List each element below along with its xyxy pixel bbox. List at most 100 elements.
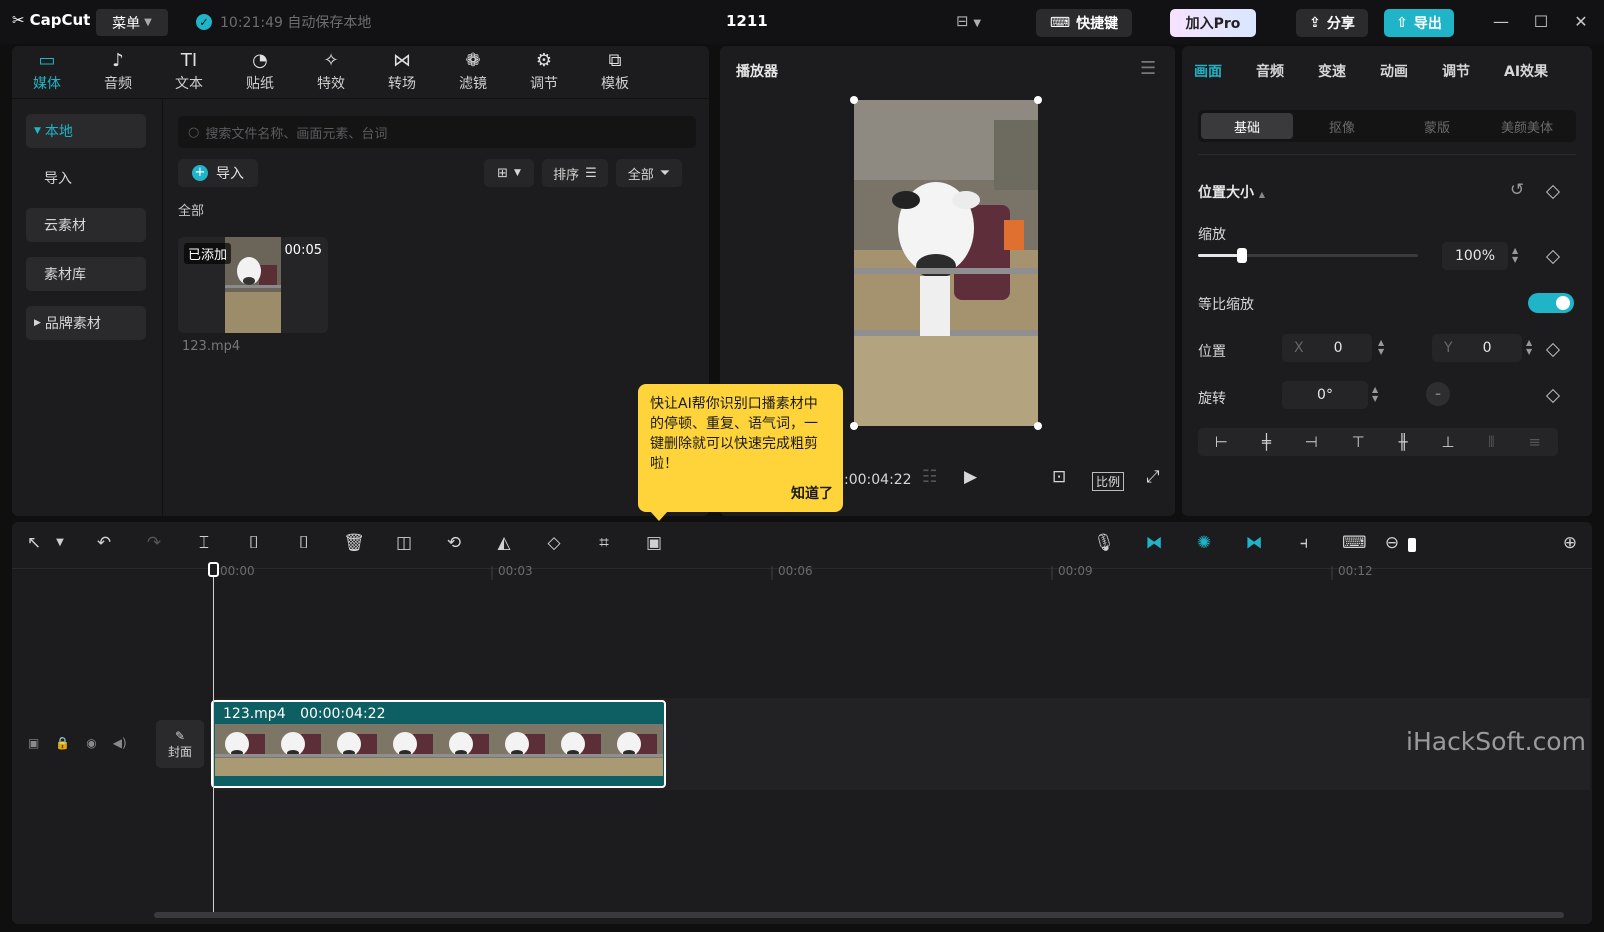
auto-snap-icon[interactable]: ✺ (1192, 533, 1216, 553)
maximize-icon[interactable]: ☐ (1530, 12, 1552, 31)
subtab-mask[interactable]: 蒙版 (1391, 113, 1483, 139)
delete-icon[interactable]: 🗑 (342, 533, 366, 553)
sidebar-item-import[interactable]: 导入 (26, 161, 146, 195)
zoom-fit-icon[interactable]: ⊡ (1052, 467, 1066, 487)
tab-picture[interactable]: 画面 (1194, 61, 1222, 81)
keyframe-icon[interactable] (1545, 184, 1561, 200)
align-bottom-icon[interactable]: ⊥ (1441, 433, 1454, 451)
playhead-handle[interactable] (208, 562, 219, 577)
subtab-beauty[interactable]: 美颜美体 (1481, 113, 1573, 139)
got-it-button[interactable]: 知道了 (791, 484, 833, 504)
import-button[interactable]: + 导入 (178, 159, 258, 187)
rotate-input[interactable]: 0° (1282, 381, 1368, 409)
redo-icon[interactable]: ↷ (142, 533, 166, 553)
timeline-grid-icon[interactable]: ☷ (922, 467, 937, 487)
tab-text[interactable]: TI 文本 (156, 46, 222, 98)
tab-animation[interactable]: 动画 (1380, 61, 1408, 81)
subtab-basic[interactable]: 基础 (1201, 113, 1293, 139)
keyframe-icon[interactable] (1545, 388, 1561, 404)
tab-transition[interactable]: ⋈ 转场 (369, 46, 435, 98)
freeze-icon[interactable]: ◫ (392, 533, 416, 553)
fullscreen-icon[interactable]: ⤢ (1146, 467, 1160, 487)
align-center-v-icon[interactable]: ╫ (1398, 433, 1407, 451)
preview-axis-icon[interactable]: ⫞ (1292, 533, 1316, 553)
keyframe-icon[interactable] (1545, 249, 1561, 265)
align-top-icon[interactable]: ⊤ (1352, 433, 1365, 451)
tab-audio-props[interactable]: 音频 (1256, 61, 1284, 81)
position-y-stepper[interactable]: ▲ ▼ (1526, 338, 1532, 356)
sort-button[interactable]: 排序 ☰ (542, 159, 608, 187)
ratio-button[interactable]: 比例 (1092, 472, 1125, 491)
chevron-down-icon[interactable]: ▼ (48, 537, 72, 548)
filter-button[interactable]: 全部 ⏷ (616, 159, 682, 187)
screen-icon[interactable]: ⌨ (1342, 533, 1367, 553)
rotate-icon[interactable]: ◇ (542, 533, 566, 553)
keyframe-icon[interactable] (1545, 342, 1561, 358)
align-left-icon[interactable]: ⊢ (1215, 433, 1228, 451)
tab-effects[interactable]: ✧ 特效 (298, 46, 364, 98)
hamburger-icon[interactable]: ☰ (1140, 58, 1156, 79)
sidebar-item-library[interactable]: 素材库 (26, 257, 146, 291)
lock-icon[interactable]: 🔒 (55, 736, 70, 750)
main-track-magnet-icon[interactable]: ⧓ (1142, 533, 1166, 553)
join-pro-button[interactable]: 加入Pro (1170, 9, 1256, 37)
resize-handle[interactable] (1034, 422, 1042, 430)
distribute-h-icon[interactable]: ⫴ (1488, 433, 1494, 451)
share-button[interactable]: ⇪ 分享 (1296, 9, 1368, 37)
resize-handle[interactable] (1034, 96, 1042, 104)
uniform-scale-toggle[interactable] (1528, 293, 1574, 313)
tab-adjust-props[interactable]: 调节 (1442, 61, 1470, 81)
eye-icon[interactable]: ◉ (86, 736, 96, 750)
video-preview[interactable] (854, 100, 1038, 426)
position-x-stepper[interactable]: ▲ ▼ (1378, 338, 1384, 356)
sidebar-item-cloud[interactable]: 云素材 (26, 208, 146, 242)
zoom-out-icon[interactable]: ⊖ (1380, 533, 1404, 553)
rotate-stepper[interactable]: ▲ ▼ (1372, 385, 1378, 403)
tab-template[interactable]: ⧉ 模板 (582, 46, 648, 98)
horizontal-scrollbar[interactable] (154, 912, 1564, 918)
layout-button[interactable]: ⊟ ▼ (956, 12, 981, 30)
position-y-input[interactable]: Y 0 (1432, 334, 1522, 362)
close-icon[interactable]: ✕ (1570, 12, 1592, 31)
subtab-cutout[interactable]: 抠像 (1296, 113, 1388, 139)
undo-icon[interactable]: ↶ (92, 533, 116, 553)
tab-speed[interactable]: 变速 (1318, 61, 1346, 81)
minimize-icon[interactable]: — (1490, 12, 1512, 31)
tab-media[interactable]: ▭ 媒体 (14, 46, 80, 98)
resize-handle[interactable] (850, 422, 858, 430)
media-clip-card[interactable]: 已添加 00:05 (178, 237, 328, 333)
zoom-in-icon[interactable]: ⊕ (1558, 533, 1582, 553)
resize-handle[interactable] (850, 96, 858, 104)
tab-ai-effects[interactable]: AI效果 (1504, 61, 1548, 81)
shortcut-button[interactable]: ⌨ 快捷键 (1036, 9, 1132, 37)
tab-sticker[interactable]: ◔ 贴纸 (227, 46, 293, 98)
distribute-v-icon[interactable]: ≡ (1528, 433, 1541, 451)
crop-icon[interactable]: ⌗ (592, 533, 616, 553)
scale-stepper[interactable]: ▲ ▼ (1512, 246, 1518, 264)
play-icon[interactable]: ▶ (964, 467, 977, 487)
microphone-icon[interactable]: 🎙 (1092, 533, 1116, 553)
tab-filter[interactable]: ❁ 滤镜 (440, 46, 506, 98)
smart-cut-icon[interactable]: ▣ (642, 533, 666, 553)
timeline-clip[interactable]: 123.mp4 00:00:04:22 (211, 700, 666, 788)
export-button[interactable]: ⇧ 导出 (1384, 9, 1454, 37)
menu-button[interactable]: 菜单 ▼ (96, 9, 168, 36)
tab-adjust[interactable]: ⚙ 调节 (511, 46, 577, 98)
scale-slider-handle[interactable] (1237, 248, 1247, 263)
position-x-input[interactable]: X 0 (1282, 334, 1372, 362)
sidebar-item-brand[interactable]: ▶ 品牌素材 (26, 306, 146, 340)
view-mode-button[interactable]: ⊞ ▼ (484, 159, 534, 187)
split-icon[interactable]: ⌶ (192, 533, 216, 553)
reverse-icon[interactable]: ⟲ (442, 533, 466, 553)
tab-audio[interactable]: ♪ 音频 (85, 46, 151, 98)
scale-value-input[interactable]: 100% (1442, 242, 1508, 270)
zoom-slider-handle[interactable] (1408, 538, 1416, 552)
trim-left-icon[interactable]: ⌷ (242, 533, 266, 553)
track-thumbnail-icon[interactable]: ▣ (28, 736, 39, 750)
search-input[interactable]: ○ 搜索文件名称、画面元素、台词 (178, 116, 696, 148)
speaker-icon[interactable]: ◀) (113, 736, 127, 750)
reset-icon[interactable]: ↺ (1510, 180, 1524, 200)
trim-right-icon[interactable]: ⌷ (292, 533, 316, 553)
align-center-h-icon[interactable]: ╪ (1262, 433, 1271, 451)
sidebar-item-local[interactable]: ▼ 本地 (26, 114, 146, 148)
